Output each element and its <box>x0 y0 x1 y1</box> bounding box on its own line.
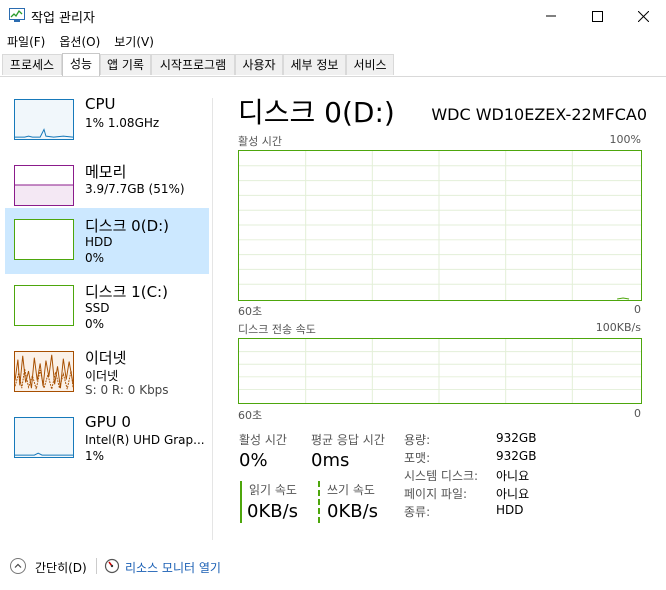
write-speed-value: 0KB/s <box>327 501 379 522</box>
capacity-value: 932GB <box>496 431 537 445</box>
footer-bar: 간단히(D) 리소스 모니터 열기 <box>0 552 666 582</box>
window-title: 작업 관리자 <box>31 11 95 26</box>
type-value: HDD <box>496 503 524 517</box>
open-resource-monitor-link[interactable]: 리소스 모니터 열기 <box>125 559 221 576</box>
resource-sidebar: CPU 1% 1.08GHz 메모리 3.9/7.7GB (51%) 디스크 0… <box>0 77 212 540</box>
graph-2-min: 0 <box>634 407 641 420</box>
sidebar-item-type: HDD <box>85 235 113 249</box>
system-disk-value: 아니요 <box>496 469 530 483</box>
read-speed-label: 읽기 속도 <box>249 483 297 497</box>
task-manager-icon <box>9 8 25 22</box>
sidebar-item-title: 디스크 0(D:) <box>85 217 170 235</box>
close-icon <box>637 10 649 22</box>
sidebar-item-title: 메모리 <box>85 163 127 181</box>
write-speed-indicator <box>318 481 320 523</box>
fewer-details-button[interactable] <box>10 558 26 574</box>
active-time-label: 활성 시간 <box>239 433 287 447</box>
sidebar-item-gpu[interactable]: GPU 0 Intel(R) UHD Grap... 1% <box>5 406 209 472</box>
sidebar-item-title: 이더넷 <box>85 349 127 367</box>
page-title: 디스크 0(D:) <box>238 96 395 129</box>
system-disk-label: 시스템 디스크: <box>404 469 479 483</box>
fewer-details-link[interactable]: 간단히(D) <box>35 559 87 576</box>
capacity-label: 용량: <box>404 433 431 447</box>
menu-view[interactable]: 보기(V) <box>107 32 161 52</box>
maximize-button[interactable] <box>574 0 620 32</box>
page-file-value: 아니요 <box>496 487 530 501</box>
sidebar-item-cpu[interactable]: CPU 1% 1.08GHz <box>5 88 209 154</box>
minimize-button[interactable] <box>528 0 574 32</box>
cpu-mini-graph <box>14 99 74 140</box>
write-speed-label: 쓰기 속도 <box>327 483 375 497</box>
menu-bar: 파일(F) 옵션(O) 보기(V) <box>0 32 666 52</box>
tab-startup[interactable]: 시작프로그램 <box>151 54 235 75</box>
ethernet-mini-graph <box>14 351 74 392</box>
tab-processes[interactable]: 프로세스 <box>2 54 62 75</box>
transfer-rate-graph <box>238 338 642 404</box>
sidebar-item-usage: 0% <box>85 251 105 265</box>
sidebar-item-adapter: 이더넷 <box>85 369 119 383</box>
sidebar-item-detail: 1% 1.08GHz <box>85 116 160 130</box>
minimize-icon <box>546 15 556 17</box>
page-file-label: 페이지 파일: <box>404 487 468 501</box>
menu-options[interactable]: 옵션(O) <box>52 32 107 52</box>
sidebar-item-throughput: S: 0 R: 0 Kbps <box>85 383 169 397</box>
formatted-value: 932GB <box>496 449 537 463</box>
sidebar-item-detail: 3.9/7.7GB (51%) <box>85 182 185 196</box>
graph-1-time: 60초 <box>238 305 263 318</box>
gpu-mini-graph <box>14 417 74 458</box>
tab-performance[interactable]: 성능 <box>62 53 100 76</box>
tab-strip: 프로세스 성능 앱 기록 시작프로그램 사용자 세부 정보 서비스 <box>0 53 666 77</box>
memory-mini-graph <box>14 165 74 206</box>
graph-1-min: 0 <box>634 303 641 316</box>
footer-divider <box>96 558 97 574</box>
sidebar-item-title: 디스크 1(C:) <box>85 283 168 301</box>
graph-2-max: 100KB/s <box>595 321 641 334</box>
disk-0-mini-graph <box>14 219 74 260</box>
sidebar-item-ethernet[interactable]: 이더넷 이더넷 S: 0 R: 0 Kbps <box>5 340 209 406</box>
disk-model: WDC WD10EZEX-22MFCA0 <box>431 105 647 124</box>
chevron-up-icon <box>14 563 22 568</box>
sidebar-item-title: CPU <box>85 95 116 113</box>
graph-1-max: 100% <box>609 133 641 146</box>
graph-2-label: 디스크 전송 속도 <box>238 323 316 336</box>
disk-detail-panel: 디스크 0(D:) WDC WD10EZEX-22MFCA0 활성 시간 100… <box>238 77 647 540</box>
title-bar: 작업 관리자 <box>0 0 666 32</box>
tab-services[interactable]: 서비스 <box>346 54 394 75</box>
sidebar-item-usage: 0% <box>85 317 105 331</box>
graph-2-time: 60초 <box>238 409 263 422</box>
menu-file[interactable]: 파일(F) <box>0 32 52 52</box>
read-speed-value: 0KB/s <box>247 501 299 522</box>
type-label: 종류: <box>404 505 431 519</box>
tab-details[interactable]: 세부 정보 <box>283 54 346 75</box>
disk-1-mini-graph <box>14 285 74 326</box>
formatted-label: 포맷: <box>404 451 431 465</box>
avg-response-value: 0ms <box>311 450 350 471</box>
graph-1-label: 활성 시간 <box>238 135 282 148</box>
sidebar-item-type: SSD <box>85 301 110 315</box>
sidebar-item-model: Intel(R) UHD Grap... <box>85 433 205 447</box>
sidebar-item-usage: 1% <box>85 449 105 463</box>
read-speed-indicator <box>240 481 242 523</box>
resource-monitor-icon <box>104 558 120 574</box>
sidebar-item-disk-1[interactable]: 디스크 1(C:) SSD 0% <box>5 274 209 340</box>
active-time-value: 0% <box>239 450 268 471</box>
sidebar-item-title: GPU 0 <box>85 413 131 431</box>
sidebar-item-disk-0[interactable]: 디스크 0(D:) HDD 0% <box>5 208 209 274</box>
tab-app-history[interactable]: 앱 기록 <box>100 54 151 75</box>
close-button[interactable] <box>620 0 666 32</box>
panel-divider <box>212 98 213 540</box>
avg-response-label: 평균 응답 시간 <box>311 433 385 447</box>
tab-users[interactable]: 사용자 <box>235 54 283 75</box>
active-time-graph <box>238 150 642 301</box>
maximize-icon <box>591 10 603 22</box>
